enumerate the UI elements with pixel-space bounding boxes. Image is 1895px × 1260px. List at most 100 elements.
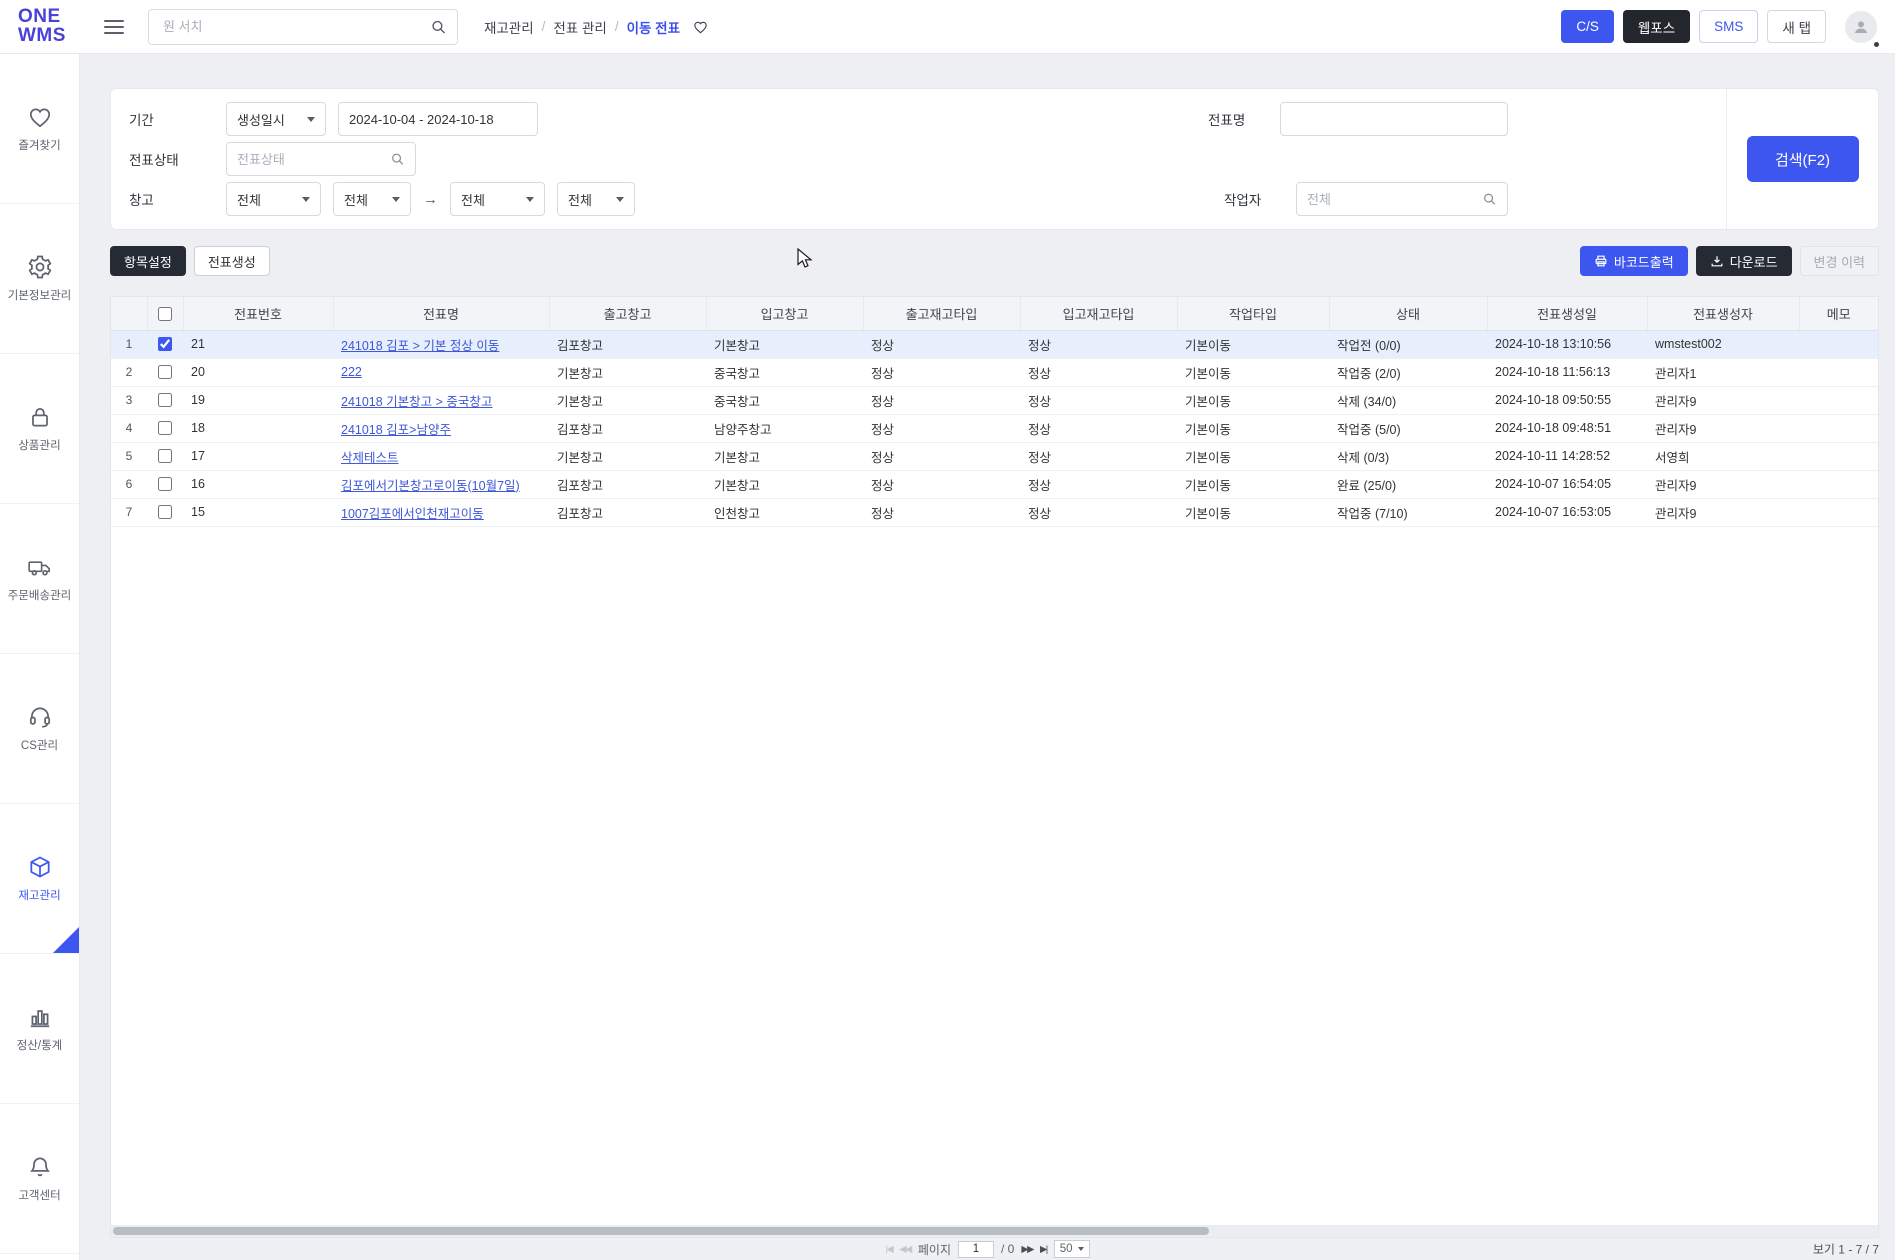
search-f2-button[interactable]: 검색(F2) bbox=[1746, 136, 1859, 182]
row-checkbox[interactable] bbox=[158, 477, 172, 492]
user-avatar[interactable] bbox=[1845, 10, 1879, 47]
cell-in-stock-type: 정상 bbox=[1020, 414, 1177, 443]
change-history-button[interactable]: 변경 이력 bbox=[1799, 246, 1879, 276]
new-tab-button[interactable]: 새 탭 bbox=[1767, 10, 1826, 43]
app-logo[interactable]: ONE WMS bbox=[18, 7, 66, 46]
slip-name-link[interactable]: 241018 김포 > 기본 정상 이동 bbox=[341, 339, 499, 353]
out-warehouse-select[interactable]: 전체 bbox=[226, 182, 321, 216]
first-page-icon[interactable]: |◀ bbox=[885, 1244, 893, 1255]
column-header-status[interactable]: 상태 bbox=[1329, 297, 1488, 331]
search-icon[interactable] bbox=[390, 152, 405, 167]
period-type-select[interactable]: 생성일시 bbox=[226, 102, 326, 136]
search-icon[interactable] bbox=[1482, 192, 1497, 207]
cell-slip-no: 17 bbox=[183, 442, 333, 471]
sidebar-item-label: 정산/통계 bbox=[16, 1039, 63, 1052]
sidebar-item-orders-shipping[interactable]: 주문배송관리 bbox=[0, 504, 79, 654]
table-row[interactable]: 5 17 삭제테스트 기본창고 기본창고 정상 정상 기본이동 삭제 (0/3)… bbox=[111, 442, 1878, 471]
column-header-in-warehouse[interactable]: 입고창고 bbox=[706, 297, 864, 331]
row-checkbox[interactable] bbox=[158, 337, 172, 352]
sidebar-item-cs[interactable]: CS관리 bbox=[0, 654, 79, 804]
row-index: 1 bbox=[111, 330, 147, 359]
create-slip-button[interactable]: 전표생성 bbox=[193, 246, 270, 276]
column-header-in-stock-type[interactable]: 입고재고타입 bbox=[1020, 297, 1178, 331]
slip-name-link[interactable]: 1007김포에서인천재고이동 bbox=[341, 507, 484, 521]
sidebar-item-label: 기본정보관리 bbox=[7, 289, 72, 302]
chevron-down-icon bbox=[392, 196, 400, 202]
menu-icon[interactable] bbox=[103, 19, 124, 34]
cell-created-by: 서영희 bbox=[1647, 442, 1799, 471]
column-header-out-stock-type[interactable]: 출고재고타입 bbox=[863, 297, 1021, 331]
breadcrumb-item[interactable]: 전표 관리 bbox=[553, 17, 606, 37]
next-page-icon[interactable]: ▶▶ bbox=[1021, 1244, 1034, 1255]
table-header-row: 전표번호 전표명 출고창고 입고창고 출고재고타입 입고재고타입 작업타입 상태… bbox=[111, 297, 1878, 331]
row-checkbox[interactable] bbox=[158, 365, 172, 380]
in-warehouse-select[interactable]: 전체 bbox=[450, 182, 545, 216]
notification-dot bbox=[1874, 41, 1879, 47]
prev-page-icon[interactable]: ◀◀ bbox=[899, 1244, 912, 1255]
last-page-icon[interactable]: ▶| bbox=[1040, 1244, 1048, 1255]
table-row[interactable]: 2 20 222 기본창고 중국창고 정상 정상 기본이동 작업중 (2/0) … bbox=[111, 358, 1878, 387]
row-checkbox[interactable] bbox=[158, 421, 172, 436]
item-settings-button[interactable]: 항목설정 bbox=[110, 246, 186, 276]
select-value: 전체 bbox=[461, 192, 485, 208]
sidebar-item-statistics[interactable]: 정산/통계 bbox=[0, 954, 79, 1104]
download-button[interactable]: 다운로드 bbox=[1695, 246, 1792, 276]
sms-button[interactable]: SMS bbox=[1699, 10, 1759, 43]
table-row[interactable]: 3 19 241018 기본창고 > 중국창고 기본창고 중국창고 정상 정상 … bbox=[111, 386, 1878, 415]
row-checkbox[interactable] bbox=[158, 505, 172, 520]
sidebar-item-favorites[interactable]: 즐겨찾기 bbox=[0, 54, 79, 204]
sidebar-item-products[interactable]: 상품관리 bbox=[0, 354, 79, 504]
column-header-created-at[interactable]: 전표생성일 bbox=[1487, 297, 1648, 331]
slip-name-link[interactable]: 241018 기본창고 > 중국창고 bbox=[341, 395, 492, 409]
breadcrumb-item[interactable]: 재고관리 bbox=[484, 17, 534, 37]
arrow-right-icon: → bbox=[423, 190, 438, 208]
row-checkbox[interactable] bbox=[158, 449, 172, 464]
scrollbar-thumb[interactable] bbox=[113, 1227, 1209, 1235]
slip-status-label: 전표상태 bbox=[129, 153, 179, 168]
column-header-slip-name[interactable]: 전표명 bbox=[333, 297, 550, 331]
date-range-input[interactable] bbox=[338, 102, 538, 136]
row-checkbox[interactable] bbox=[158, 393, 172, 408]
column-header-memo[interactable]: 메모 bbox=[1799, 297, 1878, 331]
row-index: 3 bbox=[111, 386, 147, 415]
horizontal-scrollbar[interactable] bbox=[111, 1225, 1878, 1237]
page-number-input[interactable] bbox=[957, 1240, 994, 1258]
cell-slip-no: 20 bbox=[183, 358, 333, 387]
logo-line2: WMS bbox=[18, 24, 66, 46]
out-location-select[interactable]: 전체 bbox=[333, 182, 411, 216]
sidebar-item-inventory[interactable]: 재고관리 bbox=[0, 804, 79, 954]
barcode-print-button[interactable]: 바코드출력 bbox=[1579, 246, 1688, 276]
favorite-heart-icon[interactable] bbox=[692, 19, 709, 35]
cell-created-at: 2024-10-18 13:10:56 bbox=[1487, 330, 1647, 359]
slip-name-link[interactable]: 241018 김포>남양주 bbox=[341, 423, 451, 437]
search-icon[interactable] bbox=[430, 18, 447, 35]
slip-name-link[interactable]: 222 bbox=[341, 365, 362, 379]
worker-input[interactable] bbox=[1296, 182, 1508, 216]
sidebar-item-support[interactable]: 고객센터 bbox=[0, 1104, 79, 1254]
chevron-down-icon bbox=[307, 116, 315, 122]
global-search-input[interactable] bbox=[147, 8, 458, 45]
table-row[interactable]: 6 16 김포에서기본창고로이동(10월7일) 김포창고 기본창고 정상 정상 … bbox=[111, 470, 1878, 499]
in-location-select[interactable]: 전체 bbox=[557, 182, 635, 216]
sidebar-item-basic-info[interactable]: 기본정보관리 bbox=[0, 204, 79, 354]
slip-status-input[interactable] bbox=[226, 142, 416, 176]
cell-created-at: 2024-10-18 11:56:13 bbox=[1487, 358, 1647, 387]
cell-status: 작업중 (5/0) bbox=[1329, 414, 1487, 443]
table-row[interactable]: 7 15 1007김포에서인천재고이동 김포창고 인천창고 정상 정상 기본이동… bbox=[111, 498, 1878, 527]
slip-name-link[interactable]: 김포에서기본창고로이동(10월7일) bbox=[341, 479, 520, 493]
table-row[interactable]: 4 18 241018 김포>남양주 김포창고 남양주창고 정상 정상 기본이동… bbox=[111, 414, 1878, 443]
page-size-select[interactable]: 50 bbox=[1053, 1240, 1090, 1258]
webpos-button[interactable]: 웹포스 bbox=[1622, 10, 1691, 43]
main-content: 기간 생성일시 전표명 전표상태 bbox=[80, 54, 1895, 1260]
slip-name-input[interactable] bbox=[1280, 102, 1508, 136]
cs-button[interactable]: C/S bbox=[1561, 10, 1614, 43]
select-all-checkbox[interactable] bbox=[158, 307, 172, 322]
table-row[interactable]: 1 21 241018 김포 > 기본 정상 이동 김포창고 기본창고 정상 정… bbox=[111, 330, 1878, 359]
row-checkbox-cell bbox=[147, 330, 183, 359]
column-header-created-by[interactable]: 전표생성자 bbox=[1647, 297, 1800, 331]
column-header-out-warehouse[interactable]: 출고창고 bbox=[549, 297, 707, 331]
column-header-slip-no[interactable]: 전표번호 bbox=[183, 297, 334, 331]
column-header-work-type[interactable]: 작업타입 bbox=[1177, 297, 1330, 331]
breadcrumb-item-current[interactable]: 이동 전표 bbox=[627, 17, 680, 37]
slip-name-link[interactable]: 삭제테스트 bbox=[341, 451, 399, 465]
